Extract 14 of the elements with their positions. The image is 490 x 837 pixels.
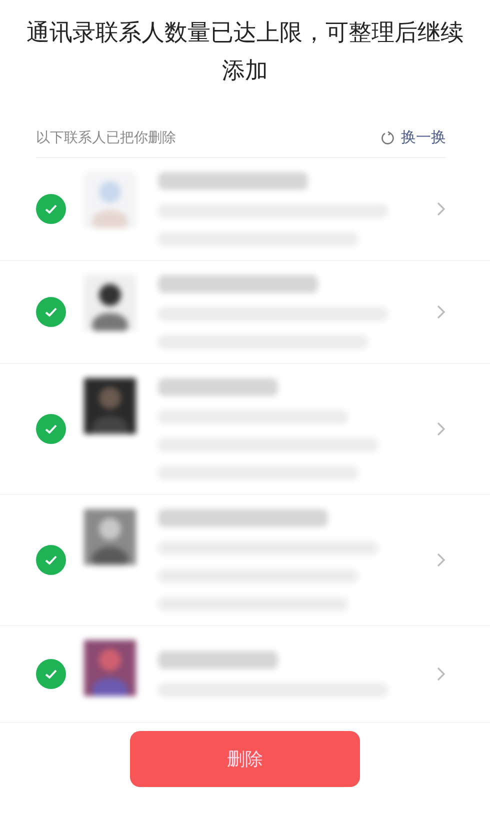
checkbox[interactable] <box>36 414 66 444</box>
refresh-icon <box>381 130 395 144</box>
chevron-right-icon <box>436 201 446 217</box>
chevron-right-icon <box>436 666 446 682</box>
list-header: 以下联系人已把你删除 <box>36 128 176 146</box>
chevron-right-icon <box>436 304 446 320</box>
checkbox[interactable] <box>36 545 66 575</box>
chevron-right-icon <box>436 552 446 568</box>
page-title: 通讯录联系人数量已达上限，可整理后继续添加 <box>26 19 464 86</box>
checkbox[interactable] <box>36 659 66 689</box>
checkbox[interactable] <box>36 297 66 327</box>
refresh-button[interactable]: 换一换 <box>381 128 446 147</box>
chevron-right-icon <box>436 421 446 437</box>
checkbox[interactable] <box>36 194 66 224</box>
